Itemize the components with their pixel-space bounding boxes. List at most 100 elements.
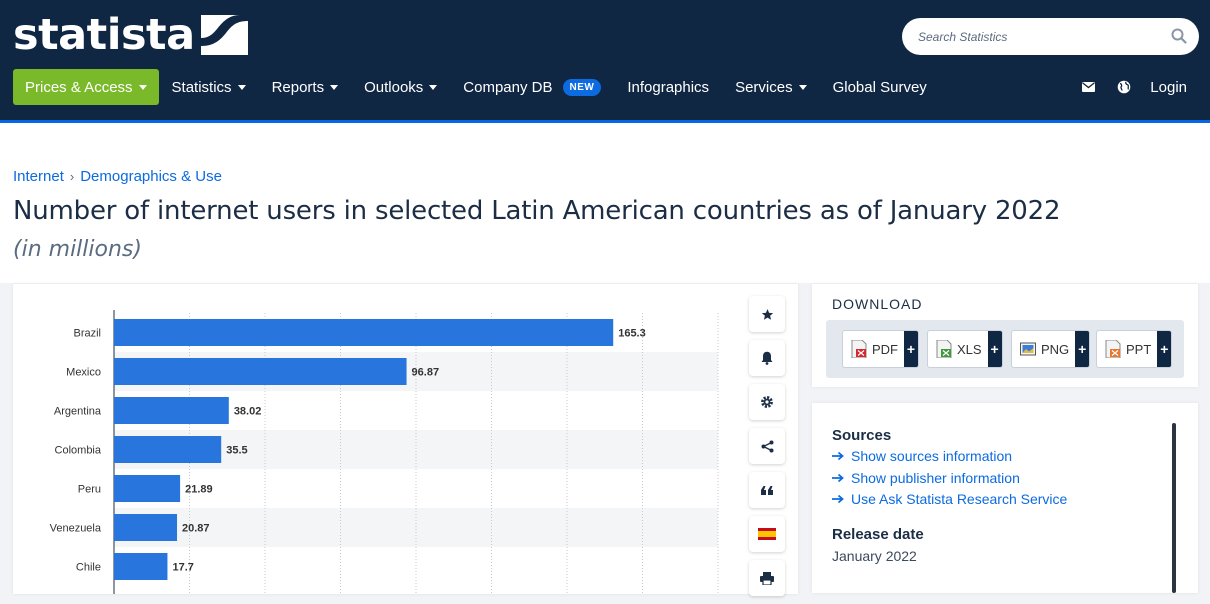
plus-icon: + <box>1075 331 1090 367</box>
png-file-icon <box>1020 342 1036 356</box>
show-sources-link[interactable]: Show sources information <box>832 448 1012 464</box>
breadcrumb-demographics[interactable]: Demographics & Use <box>80 168 222 185</box>
download-png-button[interactable]: PNG + <box>1011 330 1091 368</box>
breadcrumb-internet[interactable]: Internet <box>13 168 64 185</box>
mail-icon[interactable] <box>1070 69 1106 105</box>
bar[interactable] <box>114 436 222 463</box>
nav-label: Services <box>735 78 793 96</box>
value-label: 165.3 <box>618 328 646 340</box>
page-subtitle: (in millions) <box>13 237 142 262</box>
nav-services[interactable]: Services <box>722 69 820 105</box>
value-label: 17.7 <box>172 562 193 574</box>
category-label: Mexico <box>66 367 101 379</box>
header-actions: Login <box>1070 69 1198 105</box>
share-icon <box>761 440 773 452</box>
nav-company-db[interactable]: Company DB NEW <box>450 69 614 105</box>
arrow-right-icon <box>832 494 844 504</box>
nav-label: Global Survey <box>832 78 927 96</box>
bar-chart: Brazil 165.3 Mexico 96.87 Argentina 38.02 Colo… <box>50 310 719 594</box>
bar[interactable] <box>114 319 614 346</box>
release-date-value: January 2022 <box>832 548 917 564</box>
nav-infographics[interactable]: Infographics <box>614 69 722 105</box>
value-label: 96.87 <box>412 367 440 379</box>
download-label: PPT <box>1126 341 1152 357</box>
sources-panel: Sources Show sources information Show pu… <box>812 403 1198 593</box>
sources-scrollbar[interactable] <box>1172 423 1176 593</box>
nav-prices-access[interactable]: Prices & Access <box>13 69 159 105</box>
value-label: 35.5 <box>226 445 247 457</box>
favorite-button[interactable] <box>749 296 785 332</box>
print-button[interactable] <box>749 560 785 596</box>
plus-icon: + <box>904 331 918 367</box>
link-label: Show sources information <box>851 448 1013 464</box>
category-label: Brazil <box>73 328 101 340</box>
statista-logo[interactable]: statista <box>13 12 248 58</box>
search-box[interactable] <box>902 18 1199 55</box>
flag-es-icon <box>758 528 776 540</box>
arrow-right-icon <box>832 451 844 461</box>
cite-button[interactable] <box>749 472 785 508</box>
bar[interactable] <box>114 553 168 580</box>
chevron-down-icon <box>429 84 438 90</box>
download-title: DOWNLOAD <box>832 296 923 312</box>
notification-button[interactable] <box>749 340 785 376</box>
nav-global-survey[interactable]: Global Survey <box>820 69 940 105</box>
nav-statistics[interactable]: Statistics <box>159 69 259 105</box>
pdf-file-icon <box>851 340 867 358</box>
bar[interactable] <box>114 475 181 502</box>
download-label: PNG <box>1041 341 1070 357</box>
chevron-down-icon <box>237 84 246 90</box>
category-label: Argentina <box>54 406 102 418</box>
settings-button[interactable] <box>749 384 785 420</box>
plus-icon: + <box>987 331 1002 367</box>
login-link[interactable]: Login <box>1142 79 1198 96</box>
value-label: 20.87 <box>182 523 210 535</box>
category-label: Colombia <box>55 445 102 457</box>
category-label: Peru <box>78 484 101 496</box>
nav-reports[interactable]: Reports <box>259 69 352 105</box>
chart-toolbar <box>749 296 785 604</box>
ppt-file-icon <box>1105 340 1121 358</box>
arrow-right-icon <box>832 473 844 483</box>
category-label: Chile <box>76 562 101 574</box>
star-icon <box>761 308 773 320</box>
category-label: Venezuela <box>50 523 102 535</box>
nav-label: Infographics <box>627 78 710 96</box>
breadcrumb-separator-icon: › <box>69 169 75 184</box>
nav-label: Outlooks <box>364 78 424 96</box>
site-header: statista Prices & Access Statistics Repo… <box>0 0 1210 120</box>
download-xls-button[interactable]: XLS + <box>927 330 1003 368</box>
chevron-down-icon <box>138 84 147 90</box>
chevron-down-icon <box>798 84 807 90</box>
download-pdf-button[interactable]: PDF + <box>842 330 919 368</box>
value-label: 21.89 <box>185 484 213 496</box>
share-button[interactable] <box>749 428 785 464</box>
nav-label: Company DB <box>463 78 553 96</box>
nav-outlooks[interactable]: Outlooks <box>351 69 450 105</box>
xls-file-icon <box>936 340 952 358</box>
show-publisher-link[interactable]: Show publisher information <box>832 470 1020 486</box>
plus-icon: + <box>1157 331 1172 367</box>
download-label: PDF <box>872 341 898 357</box>
bar[interactable] <box>114 514 178 541</box>
nav-label: Statistics <box>171 78 232 96</box>
chevron-down-icon <box>330 84 339 90</box>
value-label: 38.02 <box>234 406 262 418</box>
bell-icon <box>761 351 773 365</box>
new-badge: NEW <box>562 78 602 96</box>
bar[interactable] <box>114 397 229 424</box>
sources-heading: Sources <box>832 427 892 444</box>
language-button[interactable] <box>749 516 785 552</box>
logo-mark-icon <box>200 15 248 55</box>
search-input[interactable] <box>918 27 1158 47</box>
globe-icon[interactable] <box>1106 69 1142 105</box>
search-icon[interactable] <box>1171 28 1187 44</box>
download-buttons: PDF + XLS + PNG + PPT + <box>826 320 1184 378</box>
page-title: Number of internet users in selected Lat… <box>13 196 1061 226</box>
breadcrumb: Internet › Demographics & Use <box>13 168 222 185</box>
ask-research-service-link[interactable]: Use Ask Statista Research Service <box>832 491 1067 507</box>
print-icon <box>760 571 774 585</box>
bar[interactable] <box>114 358 407 385</box>
download-ppt-button[interactable]: PPT + <box>1096 330 1173 368</box>
link-label: Show publisher information <box>851 470 1020 486</box>
